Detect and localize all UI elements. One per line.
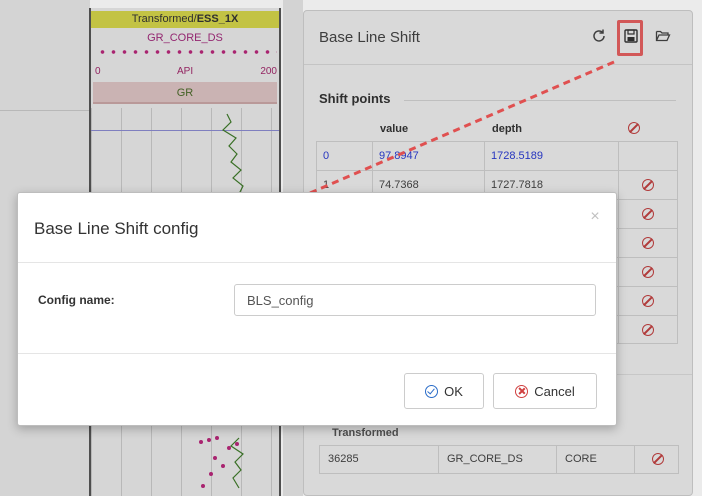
- config-name-label: Config name:: [38, 293, 115, 307]
- dialog-header: Base Line Shift config ×: [18, 193, 616, 263]
- x-circle-icon: [515, 384, 529, 398]
- config-name-input[interactable]: [234, 284, 596, 316]
- close-icon[interactable]: ×: [587, 208, 603, 226]
- dialog-footer-divider: [18, 353, 616, 354]
- config-dialog: Base Line Shift config × Config name: OK…: [17, 192, 617, 426]
- cancel-label: Cancel: [534, 383, 575, 399]
- cancel-button[interactable]: Cancel: [493, 373, 597, 409]
- dialog-title: Base Line Shift config: [34, 219, 199, 238]
- ok-button[interactable]: OK: [404, 373, 484, 409]
- ok-label: OK: [444, 383, 463, 399]
- check-circle-icon: [425, 384, 439, 398]
